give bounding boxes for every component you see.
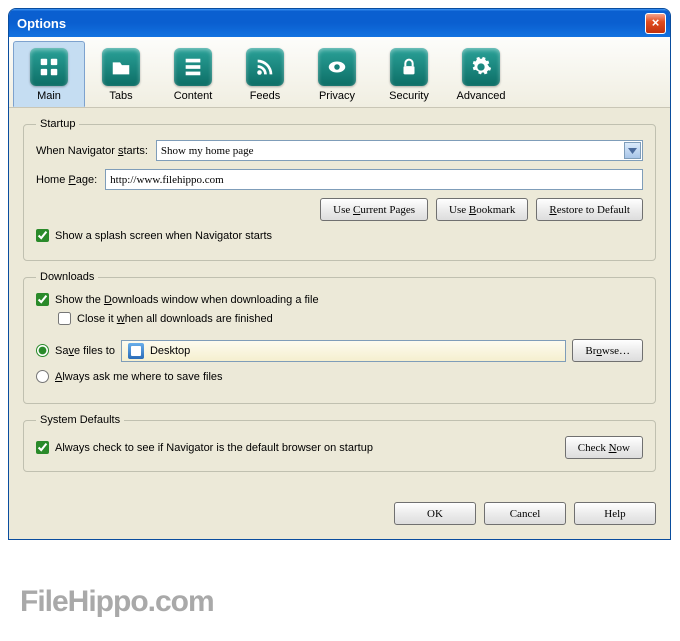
close-when-done-label: Close it when all downloads are finished	[77, 313, 273, 325]
browse-button[interactable]: Browse…	[572, 339, 643, 362]
default-browser-checkbox[interactable]	[36, 441, 49, 454]
watermark-text: FileHippo.com	[20, 585, 214, 619]
tabs-icon	[102, 48, 140, 86]
security-icon	[390, 48, 428, 86]
tab-security[interactable]: Security	[373, 41, 445, 107]
tab-feeds[interactable]: Feeds	[229, 41, 301, 107]
tab-label: Main	[14, 90, 84, 102]
ok-button[interactable]: OK	[394, 502, 476, 525]
close-icon[interactable]: ×	[645, 13, 666, 34]
use-current-pages-button[interactable]: Use Current Pages	[320, 198, 428, 221]
save-files-to-radio[interactable]	[36, 344, 49, 357]
window-title: Options	[17, 16, 645, 31]
tab-privacy[interactable]: Privacy	[301, 41, 373, 107]
tab-tabs[interactable]: Tabs	[85, 41, 157, 107]
tab-label: Content	[158, 90, 228, 102]
desktop-icon	[128, 343, 144, 359]
content-icon	[174, 48, 212, 86]
default-browser-label: Always check to see if Navigator is the …	[55, 442, 373, 454]
save-path-text: Desktop	[150, 345, 190, 357]
main-panel: Startup When Navigator starts: Show my h…	[9, 108, 670, 496]
tab-label: Privacy	[302, 90, 372, 102]
tab-label: Tabs	[86, 90, 156, 102]
always-ask-radio[interactable]	[36, 370, 49, 383]
downloads-group: Downloads Show the Downloads window when…	[23, 271, 656, 404]
home-page-label: Home Page:	[36, 174, 97, 186]
titlebar[interactable]: Options ×	[9, 9, 670, 37]
tab-label: Advanced	[446, 90, 516, 102]
tab-label: Security	[374, 90, 444, 102]
cancel-button[interactable]: Cancel	[484, 502, 566, 525]
privacy-icon	[318, 48, 356, 86]
close-when-done-checkbox[interactable]	[58, 312, 71, 325]
options-dialog: Options × Main Tabs Content Feeds	[8, 8, 671, 540]
show-downloads-label: Show the Downloads window when downloadi…	[55, 294, 319, 306]
group-legend: System Defaults	[36, 414, 124, 426]
restore-default-button[interactable]: Restore to Default	[536, 198, 643, 221]
feeds-icon	[246, 48, 284, 86]
group-legend: Startup	[36, 118, 79, 130]
help-button[interactable]: Help	[574, 502, 656, 525]
when-starts-label: When Navigator starts:	[36, 145, 148, 157]
home-page-input[interactable]	[105, 169, 643, 190]
tab-main[interactable]: Main	[13, 41, 85, 107]
splash-checkbox[interactable]	[36, 229, 49, 242]
startup-group: Startup When Navigator starts: Show my h…	[23, 118, 656, 261]
check-now-button[interactable]: Check Now	[565, 436, 643, 459]
tab-content[interactable]: Content	[157, 41, 229, 107]
splash-label: Show a splash screen when Navigator star…	[55, 230, 272, 242]
group-legend: Downloads	[36, 271, 98, 283]
save-files-to-label: Save files to	[55, 345, 115, 357]
category-toolbar: Main Tabs Content Feeds Privacy	[9, 37, 670, 108]
main-icon	[30, 48, 68, 86]
save-path-display: Desktop	[121, 340, 566, 362]
show-downloads-checkbox[interactable]	[36, 293, 49, 306]
tab-label: Feeds	[230, 90, 300, 102]
tab-advanced[interactable]: Advanced	[445, 41, 517, 107]
use-bookmark-button[interactable]: Use Bookmark	[436, 198, 528, 221]
gear-icon	[462, 48, 500, 86]
always-ask-label: Always ask me where to save files	[55, 371, 223, 383]
dialog-footer: OK Cancel Help	[9, 496, 670, 539]
when-starts-select[interactable]: Show my home page	[156, 140, 643, 161]
system-defaults-group: System Defaults Always check to see if N…	[23, 414, 656, 472]
